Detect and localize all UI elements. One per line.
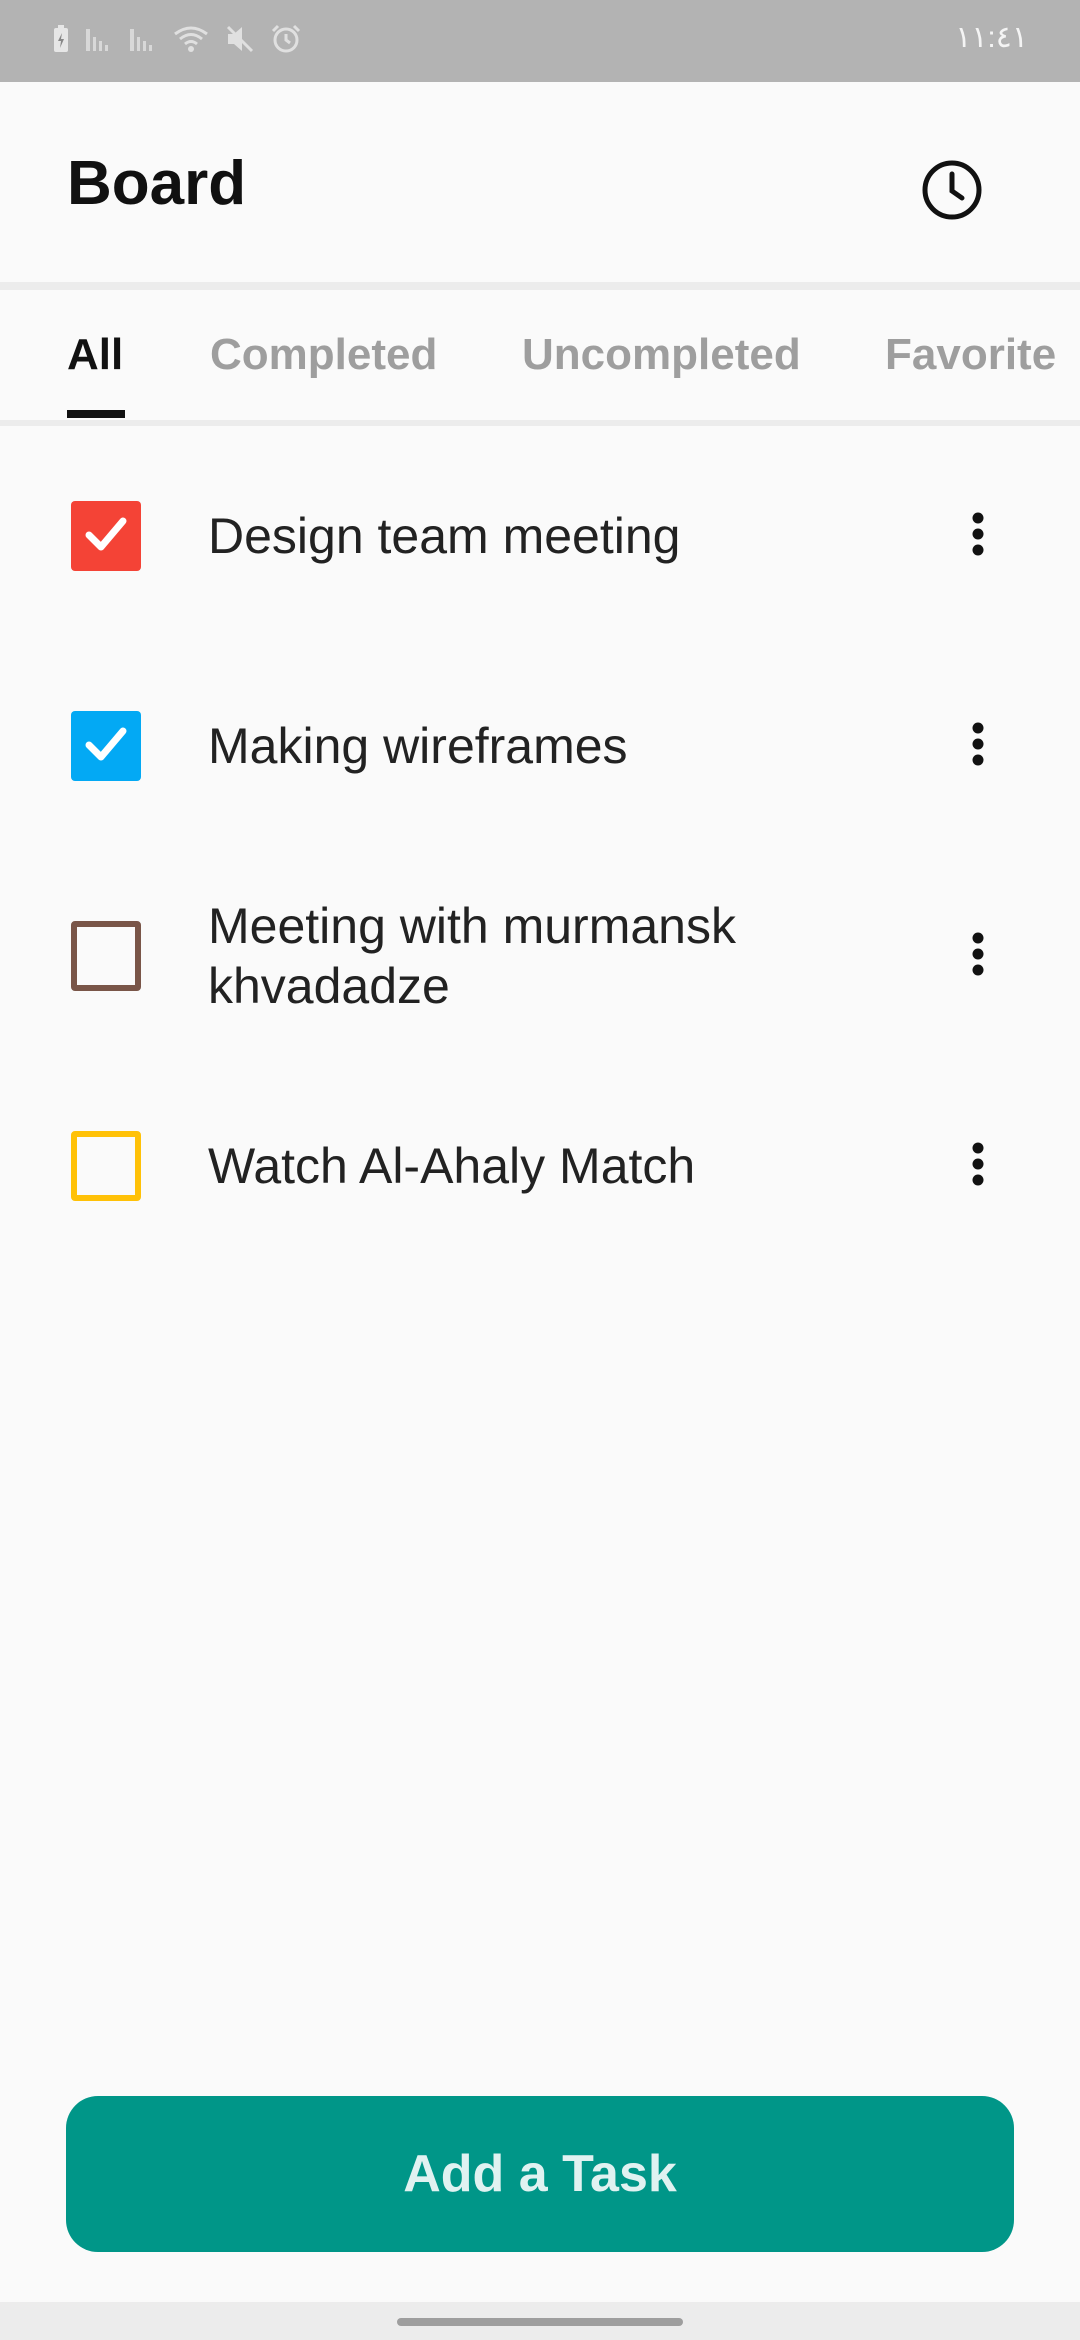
- more-vertical-icon: [971, 510, 985, 563]
- task-item[interactable]: Design team meeting: [0, 430, 1080, 640]
- more-vertical-icon: [971, 720, 985, 773]
- task-checkbox[interactable]: [71, 711, 141, 781]
- home-indicator[interactable]: [397, 2318, 683, 2326]
- add-task-button[interactable]: Add a Task: [66, 2096, 1014, 2252]
- mute-icon: [224, 24, 256, 54]
- status-bar: ١١:٤١: [0, 0, 1080, 82]
- tab-completed[interactable]: Completed: [210, 290, 437, 420]
- task-checkbox[interactable]: [71, 921, 141, 991]
- app-header: Board: [0, 82, 1080, 282]
- task-title: Design team meeting: [208, 508, 681, 564]
- status-time: ١١:٤١: [955, 21, 1028, 54]
- page-title: Board: [67, 149, 247, 218]
- task-title: Making wireframes: [208, 718, 628, 774]
- task-checkbox[interactable]: [71, 1131, 141, 1201]
- task-title: Watch Al-Ahaly Match: [208, 1138, 696, 1194]
- more-options-button[interactable]: [948, 706, 1008, 786]
- checkmark-icon: [79, 507, 133, 566]
- task-item[interactable]: Watch Al-Ahaly Match: [0, 1060, 1080, 1270]
- status-icons: [52, 24, 302, 54]
- battery-icon: [52, 24, 70, 54]
- checkmark-icon: [79, 717, 133, 776]
- tab-bar: All Completed Uncompleted Favorite: [0, 290, 1080, 420]
- header-divider: [0, 282, 1080, 290]
- clock-icon: [920, 158, 984, 227]
- tab-all[interactable]: All: [67, 290, 123, 420]
- more-options-button[interactable]: [948, 1126, 1008, 1206]
- more-options-button[interactable]: [948, 496, 1008, 576]
- task-item[interactable]: Meeting with murmansk khvadadze: [0, 850, 1080, 1060]
- more-vertical-icon: [971, 930, 985, 983]
- task-item[interactable]: Making wireframes: [0, 640, 1080, 850]
- active-tab-indicator: [67, 410, 125, 418]
- tabs-divider: [0, 420, 1080, 426]
- tab-uncompleted[interactable]: Uncompleted: [522, 290, 801, 420]
- wifi-icon: [172, 24, 210, 54]
- task-title: Meeting with murmansk khvadadze: [208, 898, 736, 1014]
- history-button[interactable]: [912, 152, 992, 232]
- signal-icon: [84, 25, 114, 53]
- more-vertical-icon: [971, 1140, 985, 1193]
- alarm-icon: [270, 24, 302, 54]
- tab-favorite[interactable]: Favorite: [885, 290, 1056, 420]
- system-nav-bar: [0, 2302, 1080, 2340]
- signal-icon: [128, 25, 158, 53]
- more-options-button[interactable]: [948, 916, 1008, 996]
- task-checkbox[interactable]: [71, 501, 141, 571]
